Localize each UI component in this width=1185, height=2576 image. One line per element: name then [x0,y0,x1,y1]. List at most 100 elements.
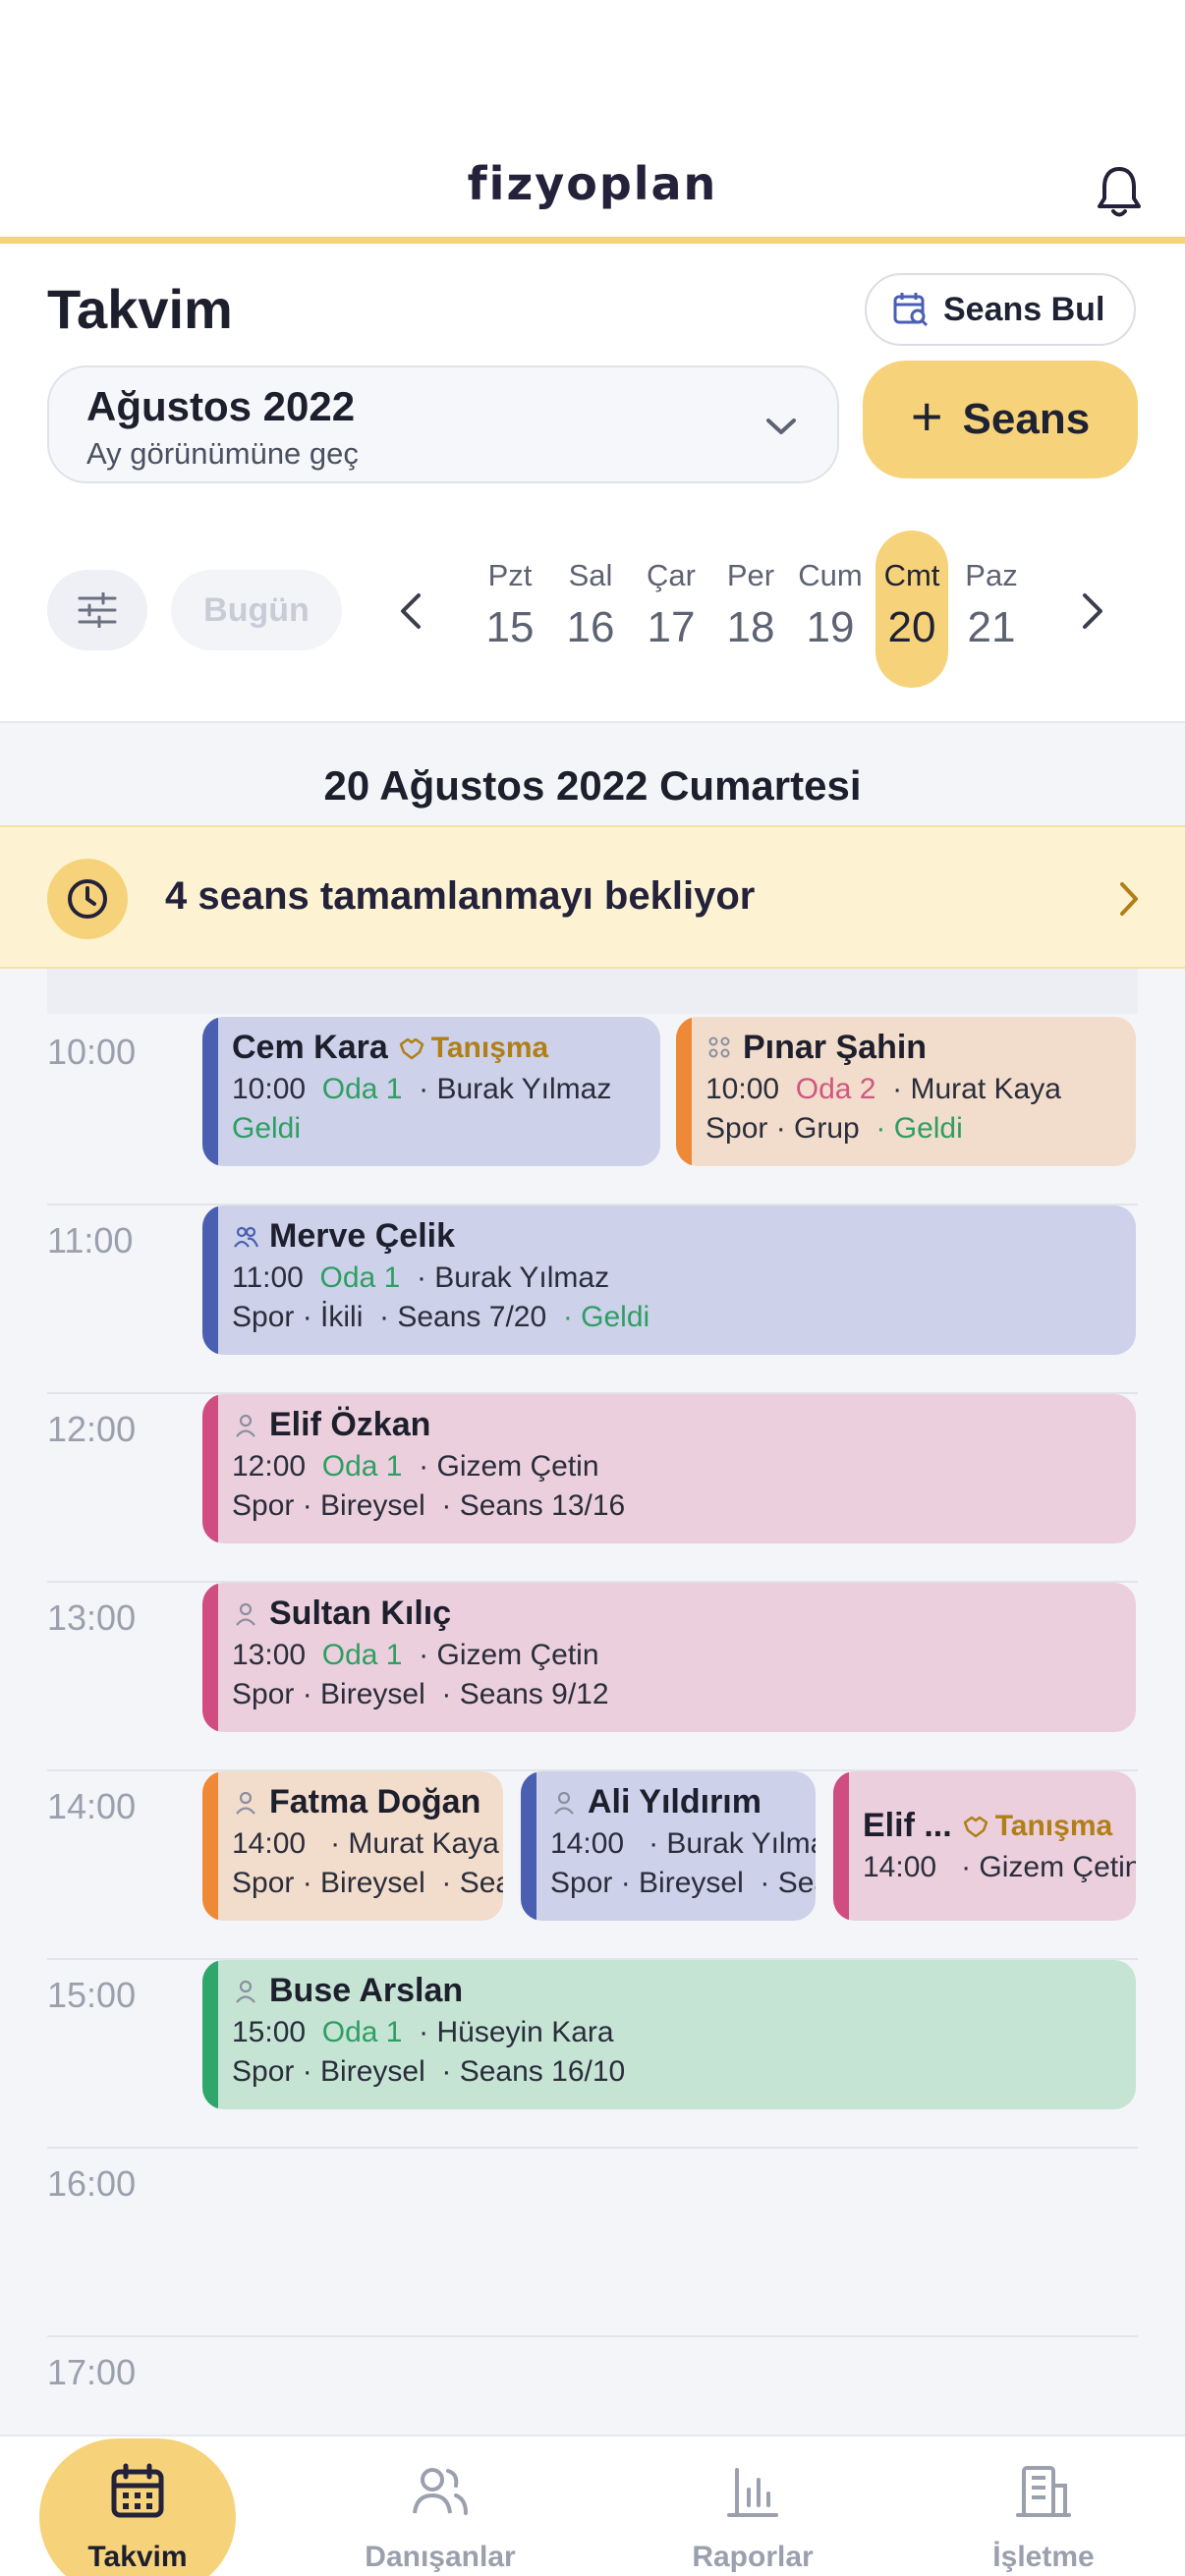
top-bar: fizyoplan [0,0,1185,244]
tag-label: Tanışma [430,1031,549,1064]
therapist-name: · Hüseyin Kara [419,2016,614,2048]
day-number: 21 [967,603,1016,651]
pending-text: 4 seans tamamlanmayı bekliyor [165,874,756,918]
room-label: Oda 1 [319,1261,401,1294]
day-name: Çar [647,558,696,592]
session-count: · Seans 16/10 [441,2055,626,2088]
nav-reports[interactable]: Raporlar [654,2436,851,2576]
group-icon [708,1036,730,1057]
bell-icon[interactable] [1095,165,1144,220]
day-heading: 20 Ağustos 2022 Cumartesi [323,762,862,809]
therapist-name: · Burak Yılmaz [416,1261,610,1294]
session-card[interactable]: Merve Çelik 11:00 Oda 1 · Burak Yılmaz S… [202,1205,1136,1355]
hour-divider [47,2147,1138,2149]
therapist-name: · Gizem Çetin [419,1450,599,1483]
add-session-label: Seans [962,395,1091,443]
find-session-button[interactable]: Seans Bul [865,273,1136,346]
client-name: Buse Arslan [269,1972,464,2009]
nav-calendar[interactable]: Takvim [39,2436,236,2576]
day-tue[interactable]: Sal 16 [554,531,627,688]
pair-icon [234,1226,259,1248]
therapist-name: · Gizem Çetin [419,1639,599,1671]
nav-label: Takvim [87,2541,188,2573]
month-title: Ağustos 2022 [86,383,356,429]
session-card[interactable]: Sultan Kılıç 13:00 Oda 1 · Gizem Çetin S… [202,1583,1136,1732]
pending-sessions-banner[interactable]: 4 seans tamamlanmayı bekliyor [0,825,1185,969]
client-name: Elif Özkan [269,1406,431,1443]
hour-label: 15:00 [47,1975,137,2015]
nav-clients[interactable]: Danışanlar [342,2436,538,2576]
add-session-button[interactable]: + Seans [863,361,1138,478]
clock-icon [47,859,128,939]
app-logo: fizyoplan [467,157,718,210]
session-card[interactable]: Elif ... Tanışma 14:00 · Gizem Çetin [833,1771,1136,1921]
room-label: Oda 2 [795,1073,876,1105]
next-week-icon[interactable] [1073,589,1112,633]
intro-tag: Tanışma [398,1031,549,1065]
day-number: 16 [566,603,615,651]
person-icon [554,1791,574,1815]
client-name: Merve Çelik [269,1217,455,1255]
therapist-name: · Burak Yılmaz [419,1073,612,1105]
month-subtitle: Ay görünümüne geç [86,436,359,471]
session-detail: Spor · Bireysel [232,2055,425,2088]
users-icon [413,2468,468,2515]
person-icon [236,1980,255,2003]
session-count: · Seans 13/16 [441,1489,626,1522]
nav-label: Raporlar [692,2541,814,2573]
day-number: 19 [806,603,855,651]
day-fri[interactable]: Cum 19 [794,531,867,688]
day-thu[interactable]: Per 18 [714,531,787,688]
session-detail: Spor · Bireysel [232,1489,425,1522]
session-card[interactable]: Cem Kara Tanışma 10:00 Oda 1 · Burak Yıl… [202,1017,660,1166]
day-wed[interactable]: Çar 17 [635,531,707,688]
handshake-icon [963,1816,988,1837]
room-label: Oda 1 [321,1639,403,1671]
room-label: Oda 1 [321,1073,403,1105]
session-count: · Seans 7/20 [379,1301,547,1333]
session-time: 12:00 [232,1450,307,1483]
day-name: Cmt [883,558,940,592]
day-number: 17 [647,603,696,651]
room-label: Oda 1 [321,2016,403,2048]
filter-button[interactable] [47,570,147,650]
day-mon[interactable]: Pzt 15 [474,531,546,688]
session-card[interactable]: Buse Arslan 15:00 Oda 1 · Hüseyin Kara S… [202,1960,1136,2109]
session-time: 14:00 [232,1827,307,1860]
hour-label: 17:00 [47,2352,137,2392]
session-time: 10:00 [705,1073,780,1105]
hour-label: 10:00 [47,1032,137,1072]
session-detail: Spor · Bireysel [550,1867,744,1899]
session-detail: Spor · Bireysel [232,1867,425,1899]
hour-divider [47,2335,1138,2337]
session-card[interactable]: Pınar Şahin 10:00 Oda 2 · Murat Kaya Spo… [676,1017,1136,1166]
day-sat-selected[interactable]: Cmt 20 [875,531,948,688]
hour-label: 14:00 [47,1786,137,1826]
person-icon [236,1414,255,1437]
client-name: Cem Kara [232,1029,388,1066]
session-time: 13:00 [232,1639,307,1671]
room-label: Oda 1 [321,1450,403,1483]
day-name: Per [726,558,775,592]
session-card[interactable]: Fatma Doğan 14:00 · Murat Kaya Spor · Bi… [202,1771,503,1921]
session-card[interactable]: Elif Özkan 12:00 Oda 1 · Gizem Çetin Spo… [202,1394,1136,1543]
session-detail: Spor · Bireysel [232,1678,425,1710]
month-selector[interactable]: Ağustos 2022 Ay görünümüne geç [47,365,839,483]
person-icon [236,1602,255,1626]
day-sun[interactable]: Paz 21 [955,531,1028,688]
client-name: Sultan Kılıç [269,1595,452,1632]
day-name: Paz [965,558,1018,592]
find-session-label: Seans Bul [943,290,1105,328]
hour-label: 11:00 [47,1220,134,1260]
client-name: Pınar Şahin [743,1029,928,1066]
nav-business[interactable]: İşletme [945,2436,1142,2576]
therapist-name: · Burak Yılmaz [649,1827,816,1860]
client-name: Elif ... [863,1807,952,1844]
prev-week-icon[interactable] [391,589,430,633]
session-count: · Seans [441,1867,503,1899]
plus-icon: + [910,385,943,447]
today-button[interactable]: Bugün [171,570,342,650]
session-time: 14:00 [550,1827,625,1860]
session-card[interactable]: Ali Yıldırım 14:00 · Burak Yılmaz Spor ·… [521,1771,816,1921]
session-detail: Spor · İkili [232,1301,364,1333]
